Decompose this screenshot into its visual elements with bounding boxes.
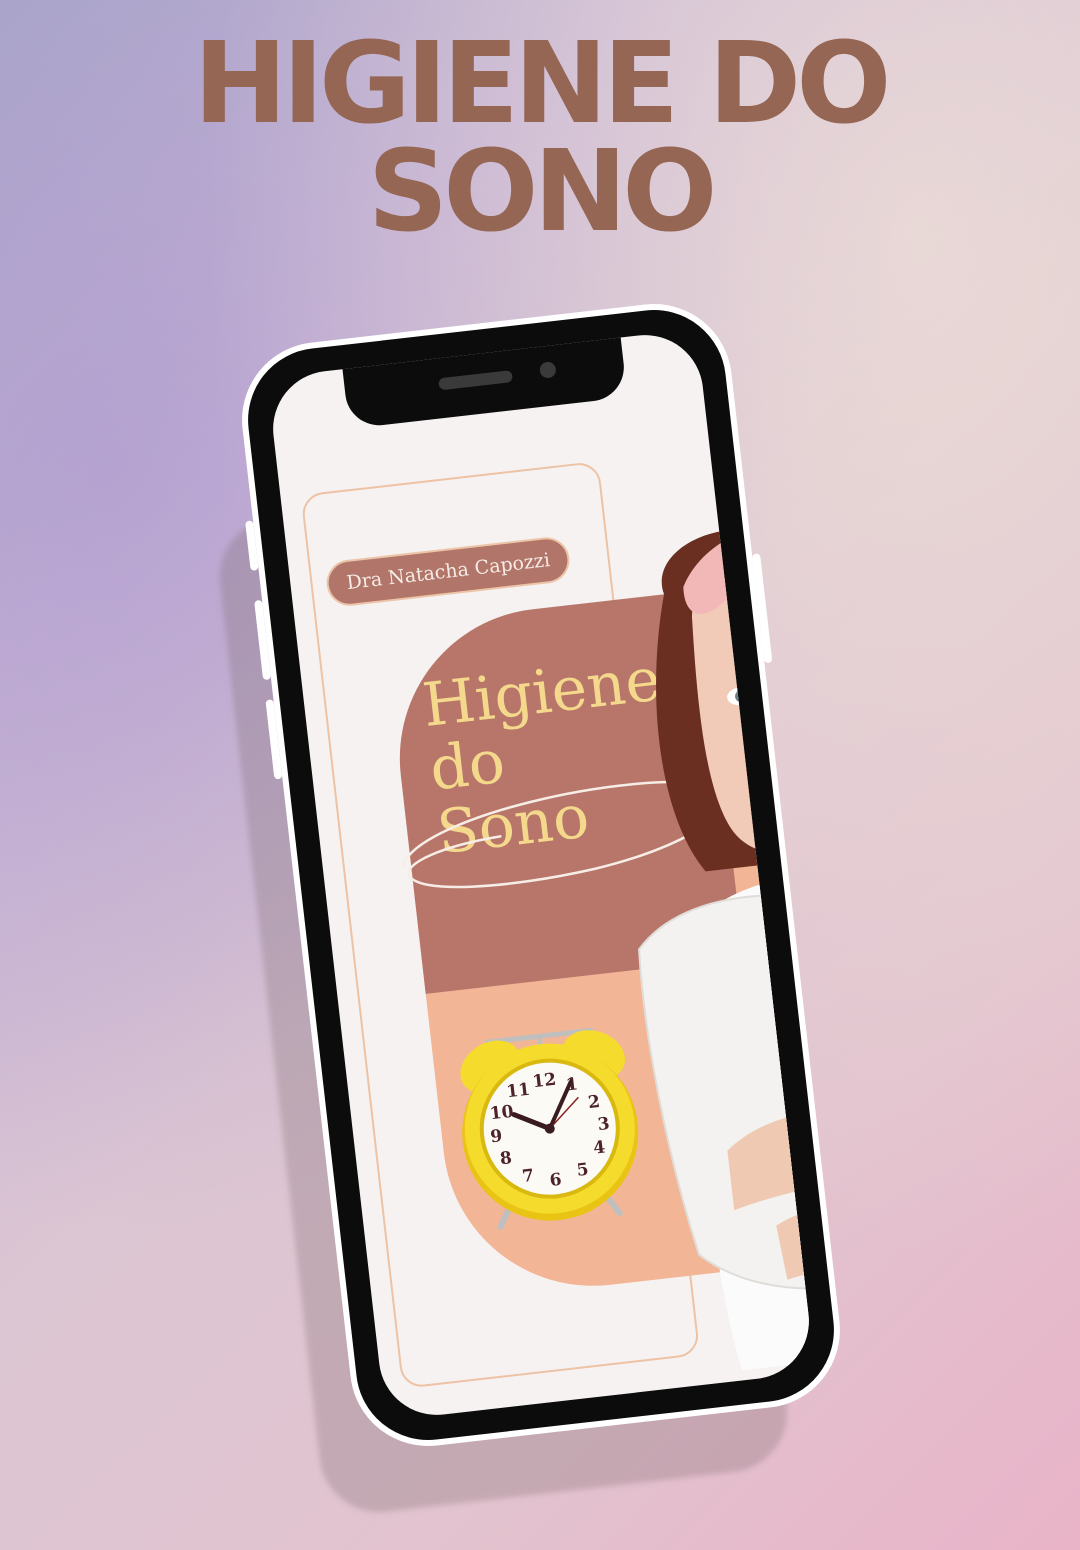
speaker-grille <box>438 370 514 391</box>
camera-icon <box>539 361 557 379</box>
headline-line2: SONO <box>367 127 718 257</box>
clock-number-3: 3 <box>597 1114 611 1135</box>
headline-line1: HIGIENE DO <box>193 19 892 149</box>
clock-number-5: 5 <box>576 1160 590 1181</box>
clock-number-2: 2 <box>587 1092 601 1113</box>
clock-number-7: 7 <box>521 1166 535 1187</box>
phone-screen: Dra Natacha Capozzi Higiene do Sono 12 1… <box>266 328 816 1422</box>
clock-number-4: 4 <box>592 1138 606 1159</box>
clock-number-12: 12 <box>531 1070 557 1093</box>
clock-number-6: 6 <box>549 1170 563 1191</box>
clock-number-10: 10 <box>489 1102 515 1125</box>
alarm-clock-icon: 12 1 2 3 4 5 6 7 8 9 10 11 <box>460 1027 639 1230</box>
phone-notch <box>342 335 628 429</box>
clock-number-11: 11 <box>505 1080 531 1103</box>
poster-headline: HIGIENE DO SONO <box>0 19 1080 257</box>
clock-number-9: 9 <box>489 1126 503 1147</box>
clock-number-8: 8 <box>499 1148 513 1169</box>
